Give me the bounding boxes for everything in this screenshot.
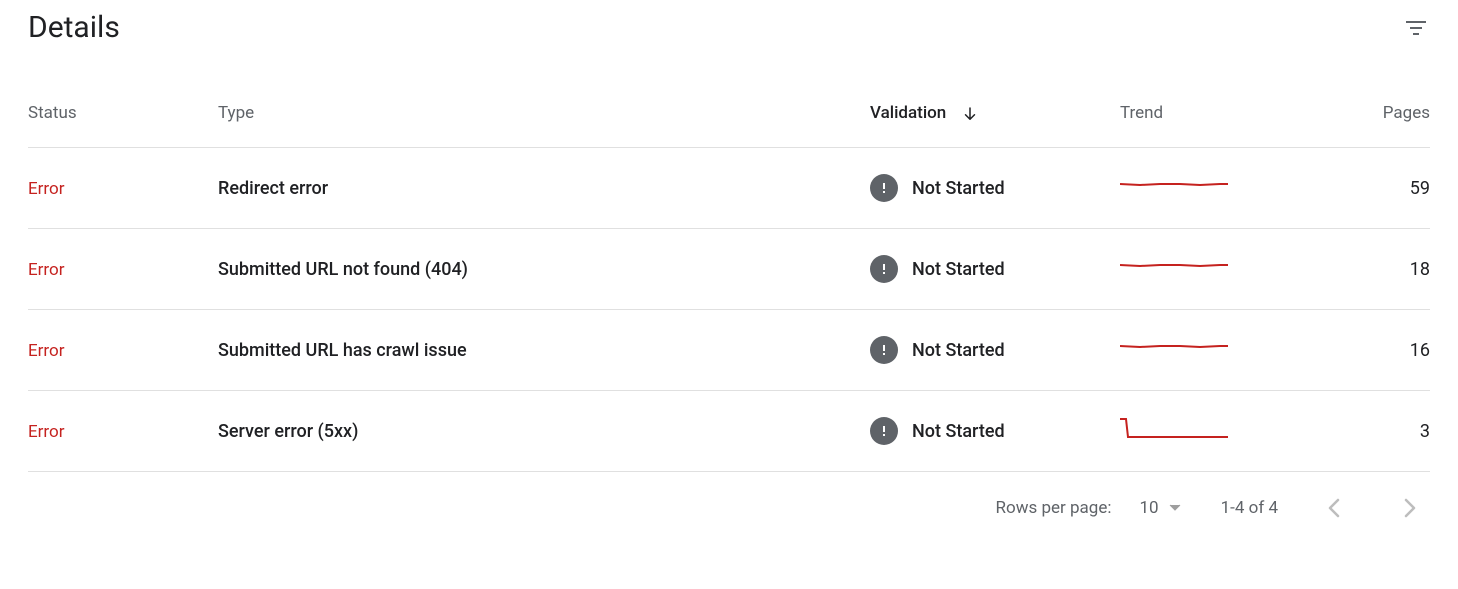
type-cell: Redirect error (218, 148, 870, 229)
table-row[interactable]: Error Submitted URL has crawl issue Not St… (28, 310, 1430, 391)
validation-status: Not Started (912, 178, 1005, 199)
validation-status: Not Started (912, 340, 1005, 361)
rows-per-page-select[interactable]: 10 (1135, 492, 1184, 524)
pages-count: 16 (1370, 310, 1430, 391)
type-cell: Submitted URL has crawl issue (218, 310, 870, 391)
column-header-pages[interactable]: Pages (1370, 103, 1430, 148)
column-header-type[interactable]: Type (218, 103, 870, 148)
trend-sparkline (1120, 253, 1228, 281)
exclamation-icon (870, 336, 898, 364)
table-row[interactable]: Error Server error (5xx) Not Started 3 (28, 391, 1430, 472)
rows-per-page-label: Rows per page: (996, 498, 1112, 518)
page-title: Details (28, 10, 120, 45)
details-table: Status Type Validation Trend Pages Error… (28, 103, 1430, 472)
chevron-left-icon (1328, 498, 1340, 518)
validation-status: Not Started (912, 259, 1005, 280)
exclamation-icon (870, 417, 898, 445)
pages-count: 59 (1370, 148, 1430, 229)
validation-status: Not Started (912, 421, 1005, 442)
exclamation-icon (870, 174, 898, 202)
table-row[interactable]: Error Redirect error Not Started 59 (28, 148, 1430, 229)
trend-sparkline (1120, 334, 1228, 362)
pagination-next-button[interactable] (1390, 488, 1430, 528)
pagination-prev-button[interactable] (1314, 488, 1354, 528)
column-header-status[interactable]: Status (28, 103, 218, 148)
rows-per-page-value: 10 (1139, 498, 1158, 518)
trend-sparkline (1120, 172, 1228, 200)
pages-count: 18 (1370, 229, 1430, 310)
status-badge: Error (28, 179, 64, 199)
chevron-right-icon (1404, 498, 1416, 518)
column-header-validation-label: Validation (870, 103, 946, 123)
status-badge: Error (28, 260, 64, 280)
table-row[interactable]: Error Submitted URL not found (404) Not St… (28, 229, 1430, 310)
status-badge: Error (28, 341, 64, 361)
status-badge: Error (28, 422, 64, 442)
pagination-range: 1-4 of 4 (1221, 498, 1278, 518)
sort-descending-icon (961, 105, 979, 123)
filter-button[interactable] (1402, 14, 1430, 42)
dropdown-arrow-icon (1169, 503, 1181, 513)
table-pagination: Rows per page: 10 1-4 of 4 (28, 472, 1430, 544)
exclamation-icon (870, 255, 898, 283)
filter-list-icon (1404, 16, 1428, 40)
column-header-trend[interactable]: Trend (1120, 103, 1370, 148)
type-cell: Server error (5xx) (218, 391, 870, 472)
pages-count: 3 (1370, 391, 1430, 472)
type-cell: Submitted URL not found (404) (218, 229, 870, 310)
trend-sparkline (1120, 415, 1228, 443)
column-header-validation[interactable]: Validation (870, 103, 1120, 148)
